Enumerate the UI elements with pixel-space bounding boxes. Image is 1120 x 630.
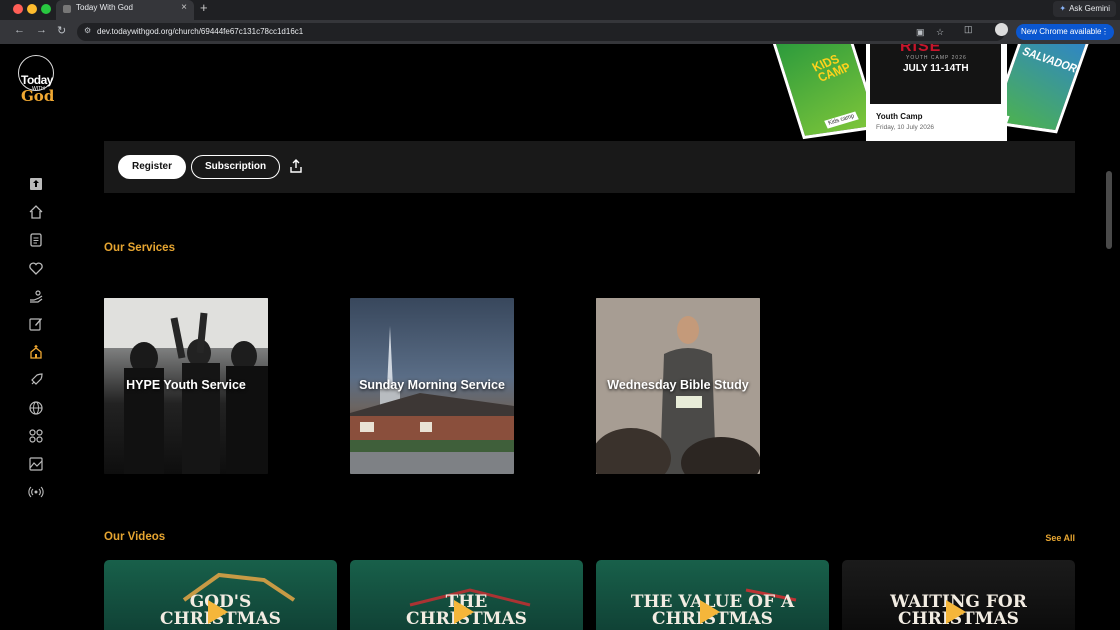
site-logo[interactable]: Today WITH God	[18, 55, 54, 105]
document-icon[interactable]	[28, 232, 46, 250]
video-card[interactable]: THE VALUE OF A CHRISTMAS	[596, 560, 829, 630]
upload-box-icon[interactable]	[28, 176, 46, 194]
event-card[interactable]: RISE YOUTH CAMP 2026 JULY 11-14TH Youth …	[866, 44, 1007, 141]
globe-icon[interactable]	[28, 400, 46, 418]
favicon-icon	[63, 5, 71, 13]
tab-title: Today With God	[76, 3, 133, 12]
browser-tab-bar: Today With God × + ✦ Ask Gemini	[0, 0, 1120, 20]
bookmark-star-icon[interactable]: ☆	[936, 27, 944, 38]
event-title: Youth Camp	[876, 112, 923, 121]
service-card[interactable]: HYPE Youth Service	[104, 298, 268, 474]
service-card[interactable]: Sunday Morning Service	[350, 298, 514, 474]
service-label: Wednesday Bible Study	[607, 378, 749, 392]
extensions-icon[interactable]: ◫	[964, 24, 973, 35]
event-poster-sub: YOUTH CAMP 2026	[906, 55, 967, 61]
church-icon[interactable]	[28, 344, 46, 362]
new-tab-button[interactable]: +	[200, 0, 208, 15]
play-icon[interactable]	[454, 600, 474, 624]
video-card[interactable]: GOD'S CHRISTMAS	[104, 560, 337, 630]
church-action-bar: Register Subscription	[104, 141, 1075, 193]
home-icon[interactable]	[28, 204, 46, 222]
heart-icon[interactable]	[28, 260, 46, 278]
ask-gemini-label: Ask Gemini	[1069, 4, 1110, 13]
broadcast-icon[interactable]	[28, 484, 46, 502]
logo-god: God	[21, 87, 55, 105]
forward-icon[interactable]: →	[36, 24, 47, 36]
video-card[interactable]: WAITING FOR CHRISTMAS	[842, 560, 1075, 630]
ask-gemini-button[interactable]: ✦ Ask Gemini	[1053, 1, 1116, 17]
play-icon[interactable]	[946, 600, 966, 624]
play-icon[interactable]	[700, 600, 720, 624]
share-icon[interactable]	[288, 158, 304, 174]
address-bar[interactable]: ⚙ dev.todaywithgod.org/church/69444fe67c…	[77, 23, 1005, 41]
back-icon[interactable]: ←	[14, 24, 25, 36]
hand-give-icon[interactable]	[28, 288, 46, 306]
install-app-icon[interactable]: ▣	[916, 27, 925, 38]
grid-icon[interactable]	[28, 428, 46, 446]
browser-toolbar: ← → ↻ ⚙ dev.todaywithgod.org/church/6944…	[0, 20, 1120, 44]
update-chrome-label: New Chrome available	[1021, 27, 1102, 36]
sparkle-icon: ✦	[1059, 4, 1067, 13]
event-image: RISE YOUTH CAMP 2026 JULY 11-14TH	[870, 44, 1001, 104]
subscription-button[interactable]: Subscription	[191, 155, 281, 179]
kids-camp-caption: Kids camp	[824, 111, 859, 129]
kids-camp-title: KIDS CAMP	[809, 51, 854, 85]
service-label: HYPE Youth Service	[126, 378, 246, 392]
profile-avatar[interactable]	[995, 23, 1008, 36]
kids-camp-poster[interactable]: KIDS CAMP Kids camp	[771, 44, 881, 140]
close-window-button[interactable]	[13, 4, 23, 14]
video-card[interactable]: THE CHRISTMAS	[350, 560, 583, 630]
play-icon[interactable]	[208, 600, 228, 624]
maximize-window-button[interactable]	[41, 4, 51, 14]
more-menu-icon[interactable]: ⋮	[1101, 24, 1109, 40]
services-section-title: Our Services	[104, 242, 175, 254]
logo-today: Today	[21, 73, 53, 87]
service-card[interactable]: Wednesday Bible Study	[596, 298, 760, 474]
page-scrollbar[interactable]	[1106, 171, 1112, 249]
reload-icon[interactable]: ↻	[57, 24, 66, 37]
update-chrome-button[interactable]: New Chrome available ⋮	[1016, 24, 1114, 40]
rocket-icon[interactable]	[28, 372, 46, 390]
tab-close-icon[interactable]: ×	[181, 2, 187, 13]
url-text[interactable]: dev.todaywithgod.org/church/69444fe67c13…	[97, 27, 303, 36]
site-info-icon[interactable]: ⚙	[84, 26, 91, 35]
salvador-title: SALVADOR	[1019, 45, 1080, 76]
minimize-window-button[interactable]	[27, 4, 37, 14]
event-date: Friday, 10 July 2026	[876, 124, 935, 131]
browser-tab[interactable]: Today With God ×	[56, 0, 194, 20]
videos-section-title: Our Videos	[104, 531, 166, 543]
edit-icon[interactable]	[28, 316, 46, 334]
see-all-link[interactable]: See All	[1045, 533, 1075, 543]
event-poster-date: JULY 11-14TH	[903, 63, 969, 74]
register-button[interactable]: Register	[118, 155, 187, 179]
gallery-icon[interactable]	[28, 456, 46, 474]
page-content: Today WITH God KIDS CAMP Kids camp SALVA…	[8, 44, 1112, 630]
service-label: Sunday Morning Service	[359, 378, 505, 392]
